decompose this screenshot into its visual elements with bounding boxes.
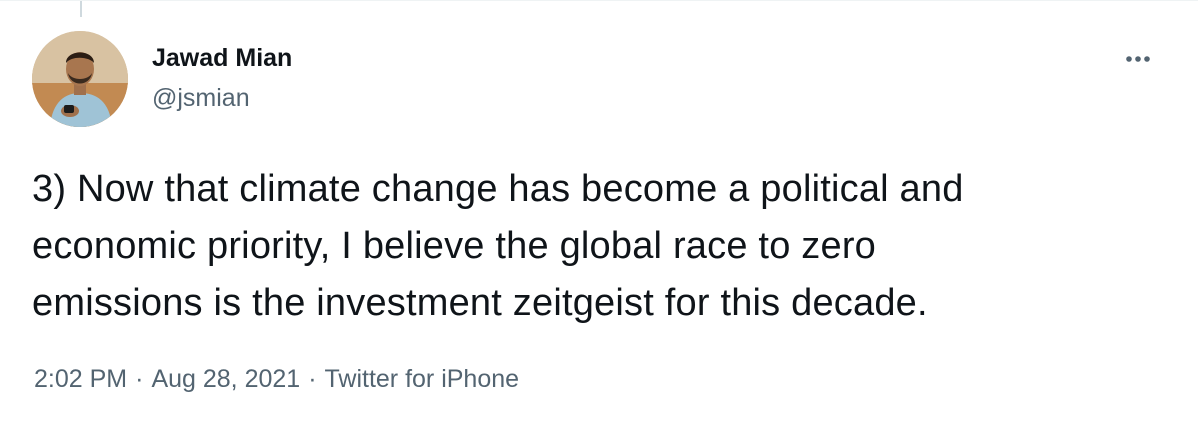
meta-separator: · — [135, 365, 144, 393]
author-avatar[interactable] — [32, 31, 128, 127]
thread-connector-line — [80, 1, 82, 17]
more-options-button[interactable] — [1118, 41, 1158, 77]
tweet-text-line: economic priority, I believe the global … — [32, 225, 877, 267]
tweet-card: Jawad Mian @jsmian 3) Now that climate c… — [0, 0, 1198, 424]
tweet-text-line: emissions is the investment zeitgeist fo… — [32, 282, 928, 324]
tweet-source-link[interactable]: Twitter for iPhone — [325, 365, 520, 393]
author-handle[interactable]: @jsmian — [152, 83, 250, 113]
tweet-timestamp-time[interactable]: 2:02 PM — [34, 365, 127, 393]
tweet-timestamp-date[interactable]: Aug 28, 2021 — [151, 365, 300, 393]
tweet-body: 3) Now that climate change has become a … — [32, 161, 1172, 332]
more-horizontal-icon — [1126, 56, 1150, 62]
author-display-name[interactable]: Jawad Mian — [152, 43, 292, 73]
tweet-metadata: 2:02 PM · Aug 28, 2021 · Twitter for iPhone — [34, 363, 519, 395]
avatar-photo-icon — [32, 31, 128, 127]
tweet-text-line: 3) Now that climate change has become a … — [32, 168, 964, 210]
meta-separator: · — [308, 365, 317, 393]
